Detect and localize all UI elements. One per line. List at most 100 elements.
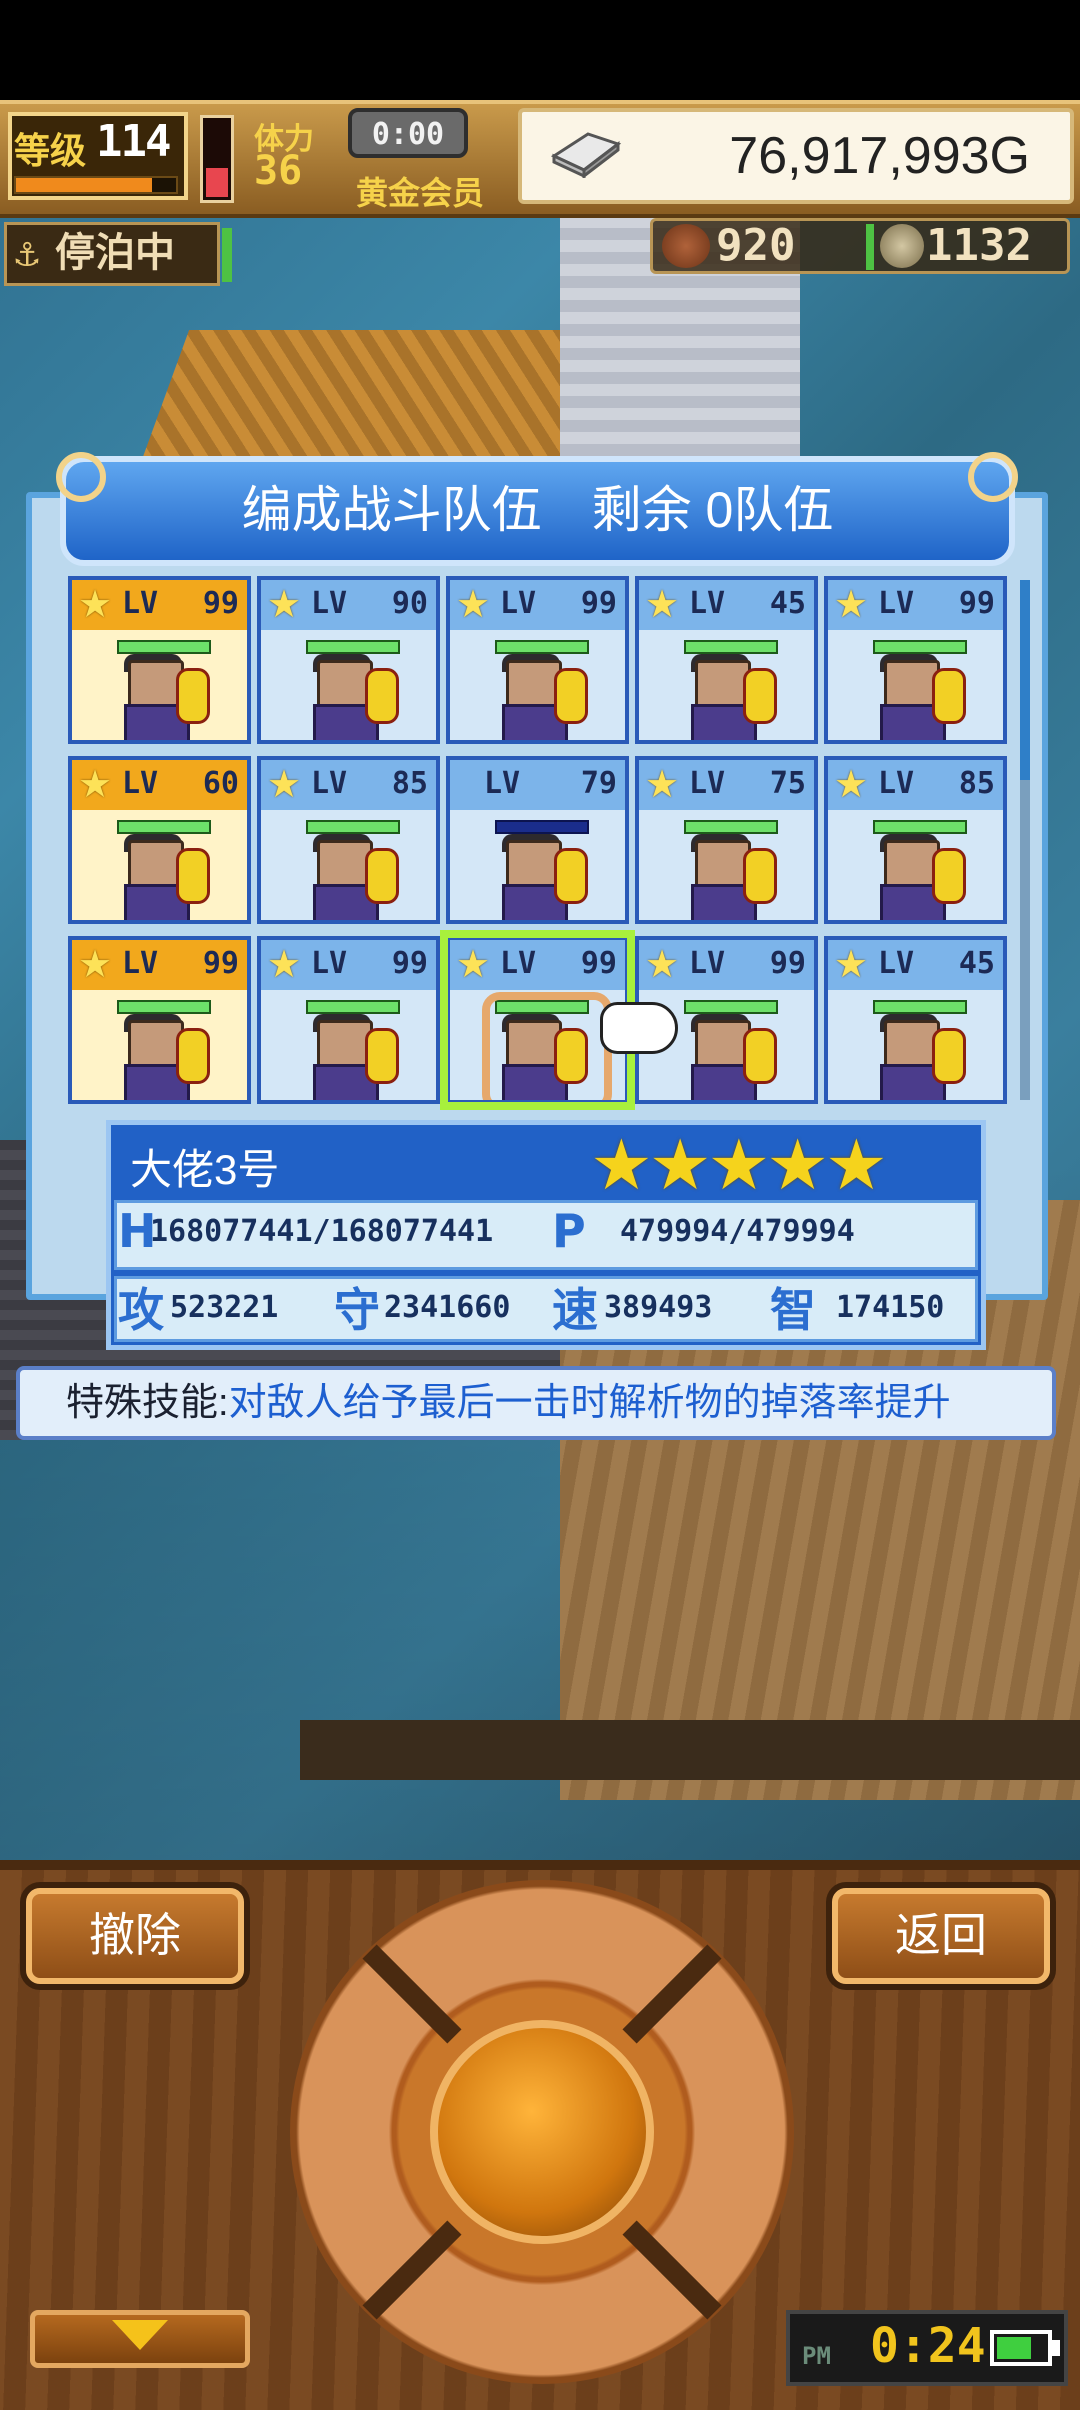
sprite-head [506, 1020, 562, 1070]
health-bar [117, 640, 211, 654]
gold-bar-icon [550, 132, 622, 178]
remove-button[interactable]: 撤除 [26, 1888, 244, 1984]
clock-ampm: PM [802, 2342, 831, 2370]
card-header: ★ LV 99 [639, 940, 814, 990]
battery-nub [1052, 2340, 1060, 2356]
card-header: LV 79 [450, 760, 625, 810]
star-icon: ★ [267, 582, 302, 626]
level-tag: LV [484, 766, 521, 801]
anchor-icon: ⚓ [15, 230, 40, 276]
sprite-pet [743, 848, 777, 904]
level-tag: LV [500, 946, 537, 981]
crew-card[interactable]: ★ LV 99 [68, 936, 251, 1104]
crew-card[interactable]: ★ LV 85 [824, 756, 1007, 924]
card-level: 85 [958, 766, 995, 801]
level-tag: LV [878, 946, 915, 981]
card-header: ★ LV 99 [450, 580, 625, 630]
card-header: ★ LV 99 [72, 940, 247, 990]
crew-card[interactable]: ★ LV 99 [68, 576, 251, 744]
star-icon: ★ [834, 942, 869, 986]
crew-card[interactable]: ★ LV 99 [257, 936, 440, 1104]
back-button[interactable]: 返回 [832, 1888, 1050, 1984]
pointer-hand-icon [600, 1002, 678, 1054]
level-tag: LV [500, 586, 537, 621]
crew-card[interactable]: ★ LV 99 [446, 576, 629, 744]
character-sprite [874, 1014, 966, 1100]
card-level: 79 [580, 766, 617, 801]
card-level: 99 [580, 946, 617, 981]
character-sprite [685, 834, 777, 920]
level-tag: LV [122, 946, 159, 981]
ship-railing [300, 1720, 1080, 1780]
attack-value: 523221 [170, 1290, 279, 1325]
ornament-icon [968, 452, 1018, 502]
ore-icon [880, 224, 924, 268]
star-icon: ★ [456, 582, 491, 626]
level-tag: LV [311, 586, 348, 621]
level-tag: LV [878, 766, 915, 801]
sprite-pet [743, 1028, 777, 1084]
health-bar [495, 640, 589, 654]
level-tag: LV [878, 586, 915, 621]
card-level: 45 [958, 946, 995, 981]
star-icon: ★ [267, 942, 302, 986]
card-header: ★ LV 85 [261, 760, 436, 810]
star-icon: ★ [645, 942, 680, 986]
docked-label: 停泊中 [55, 230, 175, 276]
speed-value: 389493 [604, 1290, 713, 1325]
card-header: ★ LV 85 [828, 760, 1003, 810]
stamina-gauge [200, 115, 234, 203]
skill-label: 特殊技能: [66, 1382, 229, 1424]
crew-card[interactable]: ★ LV 45 [635, 576, 818, 744]
card-header: ★ LV 45 [828, 940, 1003, 990]
wood-amount: 920 [716, 220, 796, 271]
star-icon: ★ [78, 582, 113, 626]
card-level: 85 [391, 766, 428, 801]
card-level: 99 [769, 946, 806, 981]
grid-scroll-thumb[interactable] [1020, 580, 1030, 780]
health-bar [684, 820, 778, 834]
health-bar [684, 640, 778, 654]
star-icon: ★ [645, 582, 680, 626]
card-level: 99 [580, 586, 617, 621]
intelligence-tag: 智 [770, 1283, 816, 1337]
star-icon: ★ [834, 762, 869, 806]
battery-icon [990, 2330, 1052, 2366]
card-header: ★ LV 60 [72, 760, 247, 810]
confirm-button[interactable] [430, 2020, 654, 2244]
hp-value: 168077441/168077441 [150, 1214, 494, 1249]
crew-card[interactable]: ★ LV 99 [824, 576, 1007, 744]
character-name: 大佬3号 [130, 1146, 280, 1193]
sprite-pet [365, 848, 399, 904]
card-header: ★ LV 99 [261, 940, 436, 990]
star-icon: ★ [645, 762, 680, 806]
level-tag: LV [122, 766, 159, 801]
card-level: 99 [391, 946, 428, 981]
character-sprite [118, 654, 210, 740]
health-bar [684, 1000, 778, 1014]
crew-card[interactable]: ★ LV 60 [68, 756, 251, 924]
crew-card[interactable]: ★ LV 45 [824, 936, 1007, 1104]
crew-card[interactable]: ★ LV 75 [635, 756, 818, 924]
character-sprite [496, 834, 588, 920]
attack-tag: 攻 [118, 1283, 164, 1337]
sprite-pet [743, 668, 777, 724]
card-header: ★ LV 99 [828, 580, 1003, 630]
rating-stars-icon: ★★★★★ [590, 1124, 888, 1206]
membership-badge: 黄金会员 [356, 174, 485, 212]
mp-value: 479994/479994 [620, 1214, 855, 1249]
crew-grid: ★ LV 99 ★ LV 90 ★ LV 99 ★ LV 45 ★ LV 99 ★ LV 60 ★ LV 85 LV 79 ★… [68, 576, 1012, 1110]
card-header: ★ LV 99 [72, 580, 247, 630]
sprite-pet [176, 848, 210, 904]
intelligence-value: 174150 [836, 1290, 945, 1325]
crew-card[interactable]: LV 79 [446, 756, 629, 924]
sprite-pet [554, 1028, 588, 1084]
docked-status[interactable]: ⚓ 停泊中 [4, 222, 220, 286]
defense-value: 2341660 [384, 1290, 511, 1325]
clock-time: 0:24 [870, 2318, 986, 2374]
sprite-pet [554, 848, 588, 904]
level-tag: LV [689, 766, 726, 801]
crew-card[interactable]: ★ LV 85 [257, 756, 440, 924]
crew-card[interactable]: ★ LV 90 [257, 576, 440, 744]
gold-amount: 76,917,993G [729, 127, 1030, 185]
